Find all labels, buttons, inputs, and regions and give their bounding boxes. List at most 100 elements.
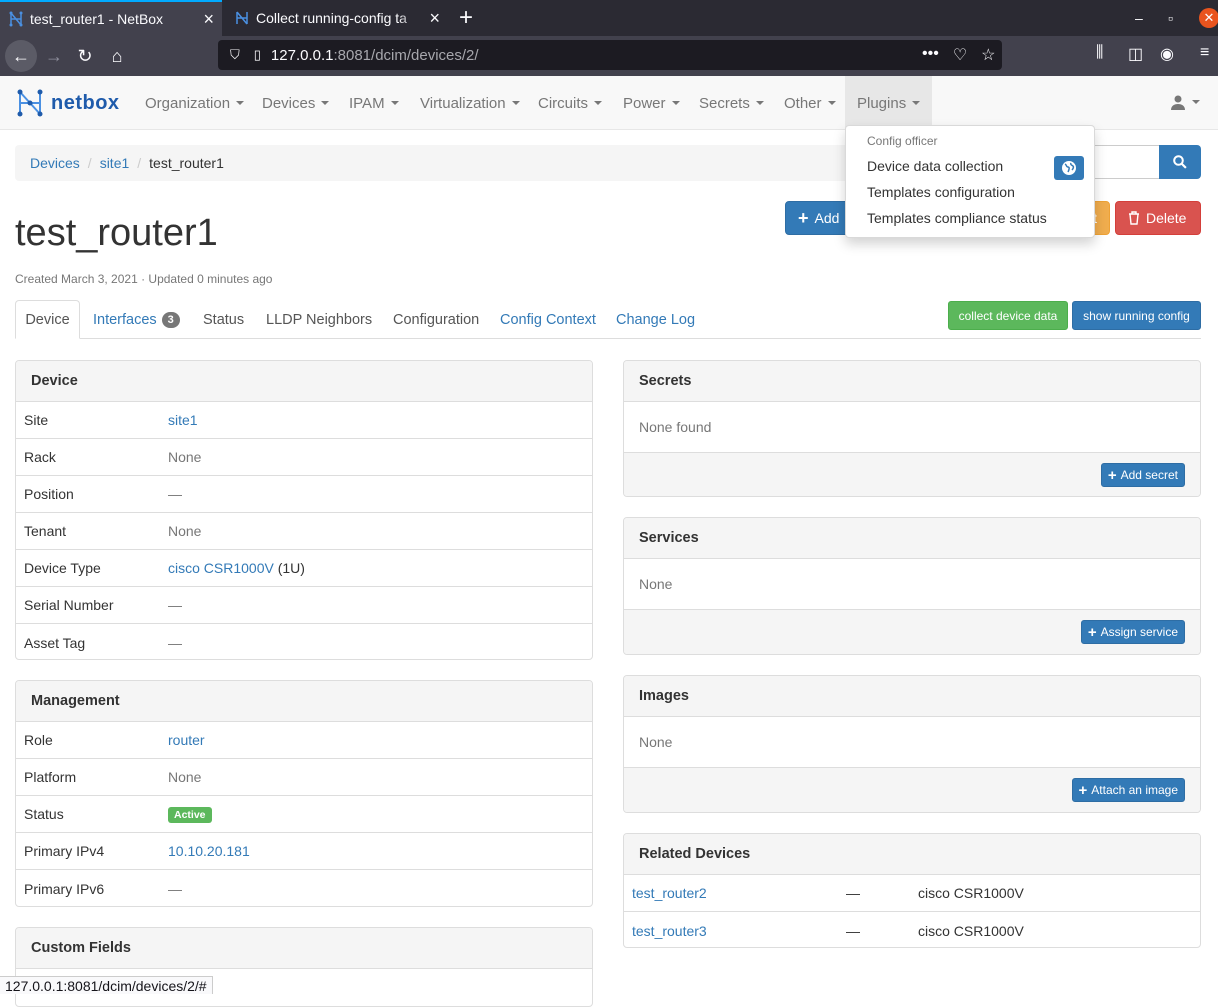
menu-devices[interactable]: Devices [262, 76, 330, 130]
related-device-dash: — [846, 885, 860, 901]
delete-button[interactable]: Delete [1115, 201, 1201, 235]
close-tab-icon[interactable]: × [203, 9, 214, 30]
bookmark-star-icon[interactable]: ☆ [981, 45, 995, 65]
primary-ipv4-link[interactable]: 10.10.20.181 [168, 843, 250, 859]
device-type-link[interactable]: cisco CSR1000V [168, 560, 274, 576]
table-row: Primary IPv4 10.10.20.181 [16, 833, 592, 870]
back-arrow-icon[interactable]: ← [5, 40, 37, 72]
maximize-icon[interactable]: ▫ [1168, 0, 1173, 36]
table-row: Device Type cisco CSR1000V (1U) [16, 550, 592, 587]
device-panel: Device Site site1 Rack None Position — Tena… [15, 360, 593, 660]
breadcrumb-site[interactable]: site1 [100, 155, 130, 171]
close-tab-icon[interactable]: × [429, 8, 440, 29]
new-tab-icon[interactable]: + [456, 4, 476, 32]
delete-label: Delete [1146, 210, 1187, 226]
minimize-icon[interactable]: ‒ [1135, 0, 1143, 36]
menu-organization[interactable]: Organization [145, 76, 245, 130]
button-label: Assign service [1100, 625, 1178, 639]
attach-image-button[interactable]: + Attach an image [1071, 778, 1185, 802]
panel-footer: + Assign service [624, 610, 1200, 654]
netbox-logo[interactable]: netbox [15, 88, 120, 118]
menu-circuits[interactable]: Circuits [538, 76, 603, 130]
library-icon[interactable]: ⫼ [1096, 44, 1103, 62]
plus-icon: + [1078, 781, 1088, 799]
breadcrumb-current: test_router1 [149, 155, 224, 171]
table-row: Rack None [16, 439, 592, 476]
menu-label: Plugins [857, 94, 907, 112]
tab-status[interactable]: Status [203, 300, 244, 339]
menu-secrets[interactable]: Secrets [699, 76, 764, 130]
pocket-icon[interactable]: ♡ [953, 45, 967, 65]
collect-device-data-button[interactable]: collect device data [948, 301, 1068, 330]
more-actions-icon[interactable]: ••• [922, 45, 939, 65]
dropdown-item-templates-configuration[interactable]: Templates configuration [867, 184, 1015, 200]
user-menu[interactable] [1170, 94, 1200, 110]
row-key: Serial Number [24, 597, 114, 613]
tab-lldp-neighbors[interactable]: LLDP Neighbors [266, 300, 372, 339]
breadcrumb-separator: / [87, 155, 92, 171]
menu-virtualization[interactable]: Virtualization [420, 76, 520, 130]
table-row: Primary IPv6 — [16, 870, 592, 906]
caret-down-icon [594, 101, 603, 105]
related-device-dash: — [846, 922, 860, 939]
forward-arrow-icon[interactable]: → [39, 42, 69, 70]
table-row: test_router2 — cisco CSR1000V [624, 875, 1200, 912]
url-bar[interactable]: ⛉ ▯ 127.0.0.1:8081/dcim/devices/2/ [218, 40, 1002, 70]
tab-change-log[interactable]: Change Log [616, 300, 695, 339]
custom-fields-panel: Custom Fields [15, 927, 593, 1007]
tab-device[interactable]: Device [15, 300, 80, 339]
site-link[interactable]: site1 [168, 412, 198, 428]
tab-label: Device [25, 311, 70, 328]
tab-label: Interfaces [93, 311, 157, 328]
panel-heading: Services [624, 518, 1200, 559]
dropdown-item-templates-compliance-status[interactable]: Templates compliance status [867, 210, 1047, 226]
menu-other[interactable]: Other [784, 76, 836, 130]
row-key: Primary IPv6 [24, 880, 105, 897]
tab-interfaces[interactable]: Interfaces 3 [93, 300, 180, 339]
row-key: Rack [24, 449, 56, 465]
dropdown-header: Config officer [867, 134, 938, 148]
breadcrumb-devices[interactable]: Devices [30, 155, 80, 171]
related-device-link[interactable]: test_router2 [632, 885, 707, 901]
show-running-config-button[interactable]: show running config [1072, 301, 1201, 330]
browser-status-url: 127.0.0.1:8081/dcim/devices/2/# [0, 976, 213, 994]
close-window-icon[interactable]: ✕ [1199, 8, 1218, 28]
tab-configuration[interactable]: Configuration [393, 300, 479, 339]
table-row: Platform None [16, 759, 592, 796]
menu-plugins[interactable]: Plugins [845, 76, 933, 130]
menu-power[interactable]: Power [623, 76, 680, 130]
related-devices-panel: Related Devices test_router2 — cisco CSR… [623, 833, 1201, 948]
row-key: Platform [24, 769, 77, 785]
trash-icon [1129, 211, 1139, 225]
row-key: Asset Tag [24, 634, 86, 651]
account-icon[interactable]: ◉ [1160, 44, 1174, 64]
globe-button[interactable] [1054, 156, 1084, 180]
add-secret-button[interactable]: + Add secret [1100, 463, 1185, 487]
sidebar-icon[interactable]: ◫ [1128, 44, 1143, 64]
tab-config-context[interactable]: Config Context [500, 300, 596, 339]
home-icon[interactable]: ⌂ [102, 42, 132, 70]
reload-icon[interactable]: ↻ [70, 42, 100, 70]
management-panel: Management Role router Platform None Statu… [15, 680, 593, 907]
role-link[interactable]: router [168, 732, 205, 748]
status-badge: Active [168, 807, 212, 823]
browser-tab-active[interactable]: test_router1 - NetBox × [0, 0, 222, 36]
hamburger-menu-icon[interactable]: ≡ [1200, 44, 1209, 62]
browser-tab[interactable]: Collect running-config ta × [226, 0, 448, 36]
caret-down-icon [755, 101, 764, 105]
row-value: None [168, 523, 202, 539]
tab-label: Configuration [393, 311, 480, 328]
menu-ipam[interactable]: IPAM [349, 76, 399, 130]
page-icon: ▯ [253, 47, 261, 62]
caret-down-icon [511, 101, 520, 105]
row-key: Position [24, 486, 74, 502]
row-value: None [168, 769, 202, 785]
search-button[interactable] [1159, 145, 1201, 179]
dropdown-item-device-data-collection[interactable]: Device data collection [867, 158, 1003, 174]
related-device-link[interactable]: test_router3 [632, 923, 707, 939]
row-key: Site [24, 412, 49, 428]
shield-icon[interactable]: ⛉ [230, 47, 240, 63]
row-key: Primary IPv4 [24, 843, 105, 859]
assign-service-button[interactable]: + Assign service [1080, 620, 1185, 644]
panel-footer: + Attach an image [624, 768, 1200, 812]
